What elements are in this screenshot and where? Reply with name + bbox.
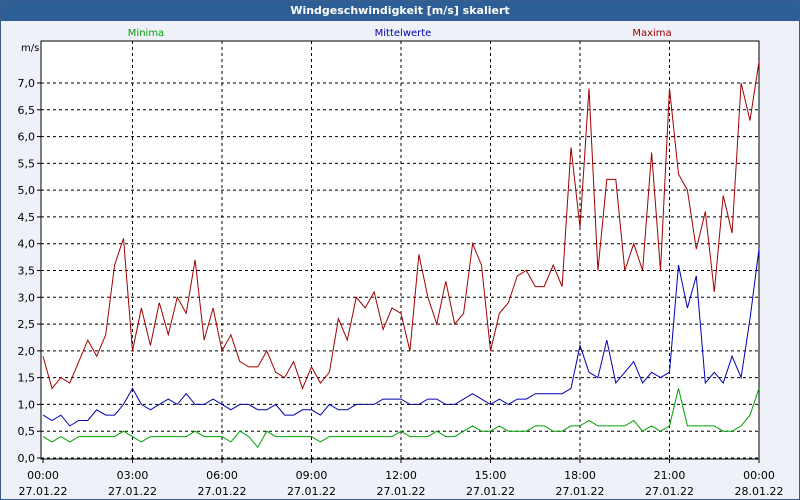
y-tick-label: 0,0	[18, 452, 36, 465]
y-tick-label: 5,5	[18, 157, 36, 170]
x-tick-time-label: 06:00	[206, 469, 238, 482]
chart-svg: 0,0 0,5 1,0 1,5 2,0 2,5 3,0 3,5 4,0 4,5 5,0 5,5 6,0 6…	[18, 28, 784, 498]
x-tick-date-label: 27.01.22	[556, 485, 605, 498]
x-tick-time-label: 18:00	[564, 469, 596, 482]
x-tick-date-label: 27.01.22	[466, 485, 515, 498]
x-tick-time-label: 15:00	[475, 469, 507, 482]
y-tick-label: 6,5	[18, 104, 36, 117]
y-tick-label: 4,0	[18, 238, 36, 251]
x-tick-date-label: 28.01.22	[735, 485, 784, 498]
legend-maxima: Maxima	[632, 28, 671, 39]
y-tick-label: 3,5	[18, 265, 36, 278]
x-tick-date-label: 27.01.22	[198, 485, 247, 498]
y-tick-label: 1,0	[18, 398, 36, 411]
y-tick-label: 2,0	[18, 345, 36, 358]
x-tick-date-label: 27.01.22	[108, 485, 157, 498]
y-axis-label: m/s	[21, 43, 39, 54]
legend-mittelwerte: Mittelwerte	[375, 28, 432, 39]
x-tick-date-label: 27.01.22	[19, 485, 68, 498]
y-tick-label: 0,5	[18, 425, 36, 438]
x-tick-date-label: 27.01.22	[645, 485, 694, 498]
y-tick-label: 6,0	[18, 131, 36, 144]
y-tick-label: 1,5	[18, 372, 36, 385]
legend-minima: Minima	[128, 28, 164, 39]
y-tick-label: 3,0	[18, 291, 36, 304]
x-tick-time-label: 12:00	[385, 469, 417, 482]
x-tick-time-label: 09:00	[296, 469, 328, 482]
x-tick-date-label: 27.01.22	[287, 485, 336, 498]
x-tick-time-label: 00:00	[743, 469, 775, 482]
x-axis: 00:00 27.01.22 03:00 27.01.22 06:00 27.01.22 0…	[19, 459, 784, 498]
x-tick-time-label: 00:00	[27, 469, 59, 482]
chart-window: Windgeschwindigkeit [m/s] skaliert 0,0 0,…	[0, 0, 800, 500]
x-tick-time-label: 21:00	[654, 469, 686, 482]
y-tick-label: 7,0	[18, 77, 36, 90]
plot-area	[41, 41, 759, 459]
legend: Minima Mittelwerte Maxima	[128, 28, 672, 39]
y-tick-label: 5,0	[18, 184, 36, 197]
x-tick-time-label: 03:00	[117, 469, 149, 482]
x-tick-date-label: 27.01.22	[377, 485, 426, 498]
y-axis: 0,0 0,5 1,0 1,5 2,0 2,5 3,0 3,5 4,0 4,5 5,0 5,5 6,0 6…	[18, 77, 41, 465]
y-tick-label: 4,5	[18, 211, 36, 224]
y-tick-label: 2,5	[18, 318, 36, 331]
